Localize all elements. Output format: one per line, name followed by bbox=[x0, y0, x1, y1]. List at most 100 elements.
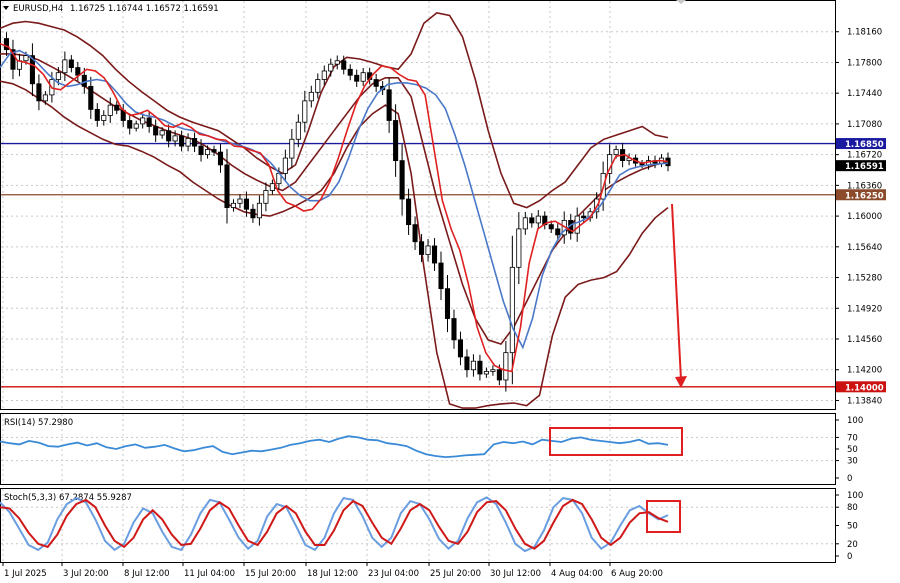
candle-body bbox=[263, 190, 269, 204]
candle-body bbox=[529, 217, 535, 224]
candle-body bbox=[516, 228, 522, 268]
chart-canvas: EURUSD,H4 1.16725 1.16744 1.16572 1.1659… bbox=[0, 0, 886, 579]
x-tick-label: 30 Jul 12:00 bbox=[490, 569, 541, 579]
y-tick-label: 1.17080 bbox=[847, 120, 882, 130]
candle-body bbox=[613, 149, 619, 156]
candle-body bbox=[107, 104, 113, 116]
candle-body bbox=[328, 63, 334, 72]
bollinger-upper-path bbox=[0, 12, 669, 209]
candle-body bbox=[470, 360, 476, 371]
rsi-tick-label: 0 bbox=[847, 474, 852, 484]
candle-body bbox=[185, 138, 191, 147]
candle-body bbox=[237, 198, 243, 204]
candle-body bbox=[574, 215, 580, 234]
candle-body bbox=[75, 67, 81, 76]
candle-body bbox=[399, 160, 405, 200]
candle-body bbox=[555, 228, 561, 236]
y-tick-label: 1.15640 bbox=[847, 243, 882, 253]
x-tick-label: 1 Jul 2025 bbox=[4, 569, 47, 579]
candle-body bbox=[217, 151, 224, 166]
stoch-tick-label: 80 bbox=[847, 503, 858, 513]
rsi-line bbox=[0, 435, 669, 459]
y-tick-label: 1.16000 bbox=[847, 212, 882, 222]
candle-body bbox=[503, 352, 509, 381]
y-tick-label: 1.14560 bbox=[847, 335, 882, 345]
candle-body bbox=[42, 94, 48, 102]
price-tag-label: 1.16250 bbox=[845, 191, 884, 201]
rsi-tick-label: 70 bbox=[847, 433, 858, 443]
down-arrow-shaft bbox=[671, 203, 682, 381]
candle-body bbox=[269, 183, 275, 191]
ma-slow-line bbox=[0, 49, 669, 350]
rsi-series bbox=[0, 435, 669, 459]
candle-body bbox=[302, 100, 308, 123]
rsi-panel-frame bbox=[0, 413, 836, 485]
candle-body bbox=[94, 109, 100, 121]
bollinger-bands bbox=[0, 12, 669, 409]
rsi-axis: 100 70 50 30 0 bbox=[835, 416, 863, 484]
x-tick-label: 8 Jul 12:00 bbox=[124, 569, 170, 579]
stoch-main-series bbox=[0, 496, 669, 553]
candle-body bbox=[457, 339, 464, 358]
candle-body bbox=[490, 369, 496, 372]
candle-body bbox=[431, 245, 438, 264]
candle-body bbox=[23, 55, 29, 62]
x-tick-label: 3 Jul 20:00 bbox=[63, 569, 109, 579]
candle-body bbox=[451, 318, 457, 341]
candle-body bbox=[250, 208, 256, 219]
y-tick-label: 1.15280 bbox=[847, 274, 882, 284]
candle-body bbox=[172, 135, 178, 142]
main-panel-frame bbox=[0, 0, 836, 410]
y-tick-label: 1.17800 bbox=[847, 58, 882, 68]
candle-body bbox=[114, 104, 120, 111]
time-axis: 1 Jul 2025 3 Jul 20:00 8 Jul 12:00 11 Jul 0… bbox=[2, 562, 663, 579]
price-tag-label: 1.16850 bbox=[845, 140, 884, 150]
candle-body bbox=[289, 138, 295, 159]
rsi-grid bbox=[1, 436, 835, 462]
y-tick-label: 1.14920 bbox=[847, 304, 882, 314]
candle-body bbox=[477, 360, 483, 375]
symbol-label: EURUSD,H4 bbox=[13, 4, 63, 14]
candle-body bbox=[159, 130, 165, 136]
candle-body bbox=[496, 369, 502, 381]
candle-body bbox=[243, 198, 249, 210]
rsi-title: RSI(14) 57.2980 bbox=[4, 418, 73, 428]
candle-body bbox=[88, 85, 94, 110]
candle-body bbox=[334, 60, 340, 65]
stoch-title: Stoch(5,3,3) 67.2874 55.9287 bbox=[4, 493, 132, 503]
candle-body bbox=[230, 202, 237, 208]
candle-body bbox=[444, 288, 451, 319]
candle-body bbox=[224, 164, 230, 208]
y-tick-label: 1.17440 bbox=[847, 89, 882, 99]
candle-body bbox=[211, 149, 217, 153]
candle-body bbox=[68, 59, 74, 68]
candle-body bbox=[360, 72, 366, 82]
candle-body bbox=[179, 135, 185, 147]
rsi-tick-label: 50 bbox=[847, 445, 858, 455]
candle-body bbox=[256, 202, 262, 219]
candle-body bbox=[522, 217, 528, 230]
stoch-axis: 100 80 50 20 0 bbox=[835, 491, 863, 562]
candle-body bbox=[127, 120, 133, 129]
candle-body bbox=[406, 198, 412, 226]
y-tick-label: 1.18160 bbox=[847, 28, 882, 38]
candle-body bbox=[204, 149, 211, 156]
price-tags: 1.16850 1.16591 1.16250 1.14000 bbox=[836, 138, 886, 393]
stoch-tick-label: 20 bbox=[847, 540, 858, 550]
y-tick-label: 1.13840 bbox=[847, 396, 882, 406]
stoch-tick-label: 100 bbox=[847, 491, 863, 501]
y-tick-label: 1.16720 bbox=[847, 151, 882, 161]
candle-body bbox=[153, 126, 159, 136]
bollinger-middle-path bbox=[0, 53, 669, 346]
candle-body bbox=[393, 120, 399, 162]
x-tick-label: 18 Jul 12:00 bbox=[307, 569, 358, 579]
candle-body bbox=[282, 157, 288, 174]
stoch-lines bbox=[0, 496, 669, 553]
candle-body bbox=[464, 356, 470, 371]
dropdown-triangle-icon[interactable] bbox=[3, 6, 9, 10]
candle-body bbox=[535, 215, 541, 224]
candle-body bbox=[341, 60, 347, 70]
candle-body bbox=[315, 79, 321, 93]
candle-body bbox=[425, 245, 431, 255]
main-price-axis: 1.181601.178001.174401.170801.167201.163… bbox=[835, 28, 882, 406]
